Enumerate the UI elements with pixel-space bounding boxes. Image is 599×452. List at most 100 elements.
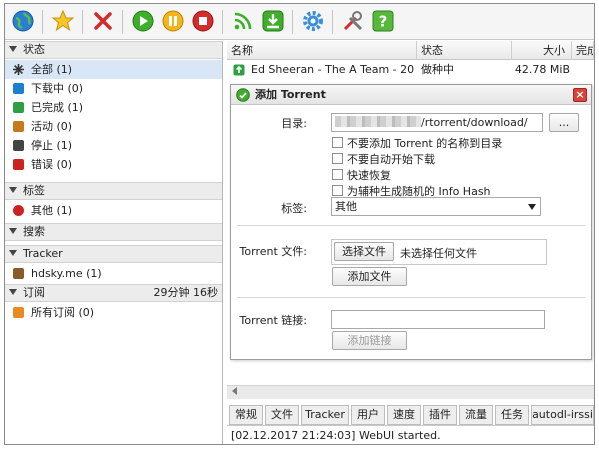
tab-files[interactable]: 文件 [265, 405, 299, 425]
filter-item-no-label[interactable]: 其他 (1) [5, 201, 222, 220]
stop-icon[interactable] [191, 9, 215, 33]
column-header-size[interactable]: 大小 [512, 41, 572, 60]
toolbar-separator [222, 10, 223, 34]
filter-item-label: 下载中 (0) [31, 82, 84, 95]
option-checkbox-no-name[interactable] [332, 137, 343, 148]
browse-button[interactable]: ... [549, 113, 579, 132]
tab-general[interactable]: 常规 [229, 405, 263, 425]
downloading-icon [13, 83, 24, 94]
tab-tasks[interactable]: 任务 [495, 405, 529, 425]
sidebar: 状态 全部 (1) 下载中 (0) 已完成 (1) 活动 (0) 停止 (1) … [5, 41, 223, 444]
filter-item-stopped[interactable]: 停止 (1) [5, 136, 222, 155]
section-header-status[interactable]: 状态 [5, 41, 222, 59]
toolbar-separator [122, 10, 123, 34]
pause-icon[interactable] [161, 9, 185, 33]
filter-item-active[interactable]: 活动 (0) [5, 117, 222, 136]
detail-tabs: 常规 文件 Tracker 用户 速度 插件 流量 任务 autodl-irss… [227, 405, 594, 425]
collapse-arrow-icon [9, 187, 17, 193]
stopped-icon [13, 140, 24, 151]
scroll-left-icon[interactable] [232, 387, 237, 395]
seeding-icon [233, 64, 245, 76]
start-icon[interactable] [131, 9, 155, 33]
tracker-icon [13, 268, 24, 279]
horizontal-scrollbar[interactable] [227, 385, 594, 399]
log-line: [02.12.2017 21:24:03] WebUI started. [227, 425, 594, 444]
label-field-label: 标签: [281, 202, 307, 215]
collapse-arrow-icon [9, 250, 17, 256]
tab-peers[interactable]: 用户 [351, 405, 385, 425]
add-url-button[interactable]: 添加链接 [332, 331, 407, 350]
add-file-button[interactable]: 添加文件 [332, 267, 407, 286]
obscured-path-block [335, 116, 421, 127]
error-icon [13, 159, 24, 170]
toolbar-separator [332, 10, 333, 34]
star-icon[interactable] [51, 9, 75, 33]
dir-label: 目录: [281, 117, 307, 130]
all-icon [12, 63, 25, 76]
label-select[interactable]: 其他 [331, 197, 541, 216]
torrent-list-header: 名称 状态 大小 完成 [227, 41, 594, 60]
filter-item-label: 活动 (0) [31, 120, 73, 133]
no-file-text: 未选择任何文件 [400, 247, 477, 260]
directory-value: /rtorrent/download/ [421, 116, 528, 129]
filter-item-completed[interactable]: 已完成 (1) [5, 98, 222, 117]
column-header-name[interactable]: 名称 [227, 41, 417, 60]
filter-item-tracker[interactable]: hdsky.me (1) [5, 264, 222, 283]
option-label: 不要自动开始下载 [347, 153, 435, 166]
tab-traffic[interactable]: 流量 [459, 405, 493, 425]
torrent-status: 做种中 [421, 63, 454, 76]
filter-item-label: 全部 (1) [31, 63, 73, 76]
globe-icon[interactable] [11, 9, 35, 33]
section-title: 搜索 [23, 225, 45, 238]
directory-input[interactable]: /rtorrent/download/ [331, 113, 543, 132]
close-icon[interactable]: × [573, 88, 587, 102]
toolbar-separator [42, 10, 43, 34]
filter-item-all[interactable]: 全部 (1) [5, 60, 222, 79]
rss-feed-icon [13, 307, 24, 318]
torrent-size: 42.78 MiB [514, 63, 570, 76]
chevron-down-icon [528, 204, 536, 210]
choose-file-button[interactable]: 选择文件 [334, 242, 394, 261]
column-header-done[interactable]: 完成 [572, 41, 594, 60]
collapse-arrow-icon [9, 228, 17, 234]
tab-speed[interactable]: 速度 [387, 405, 421, 425]
toolbar-separator [82, 10, 83, 34]
torrent-url-input[interactable] [331, 310, 545, 329]
filter-item-downloading[interactable]: 下载中 (0) [5, 79, 222, 98]
url-label: Torrent 链接: [239, 314, 307, 327]
section-header-labels[interactable]: 标签 [5, 182, 222, 200]
column-header-status[interactable]: 状态 [417, 41, 512, 60]
tab-autodl[interactable]: autodl-irssi [531, 405, 594, 425]
filter-item-label: 所有订阅 (0) [31, 306, 95, 319]
filter-item-label: hdsky.me (1) [31, 267, 102, 280]
toolbar: ? [5, 4, 594, 40]
section-header-tracker[interactable]: Tracker [5, 245, 222, 263]
table-row[interactable]: Ed Sheeran - The A Team - 20 做种中 42.78 M… [227, 61, 594, 79]
filter-item-all-feeds[interactable]: 所有订阅 (0) [5, 303, 222, 322]
filter-item-label: 其他 (1) [31, 204, 73, 217]
dialog-title-bar[interactable]: 添加 Torrent × [231, 85, 591, 105]
tab-plugins[interactable]: 插件 [423, 405, 457, 425]
option-checkbox-no-autostart[interactable] [332, 153, 343, 164]
settings-icon[interactable] [301, 9, 325, 33]
option-checkbox-fast-resume[interactable] [332, 169, 343, 180]
active-icon [13, 121, 24, 132]
option-checkbox-random-hash[interactable] [332, 185, 343, 196]
section-header-feeds[interactable]: 订阅 29分钟 16秒 [5, 284, 222, 302]
filter-item-error[interactable]: 错误 (0) [5, 155, 222, 174]
tools-icon[interactable] [341, 9, 365, 33]
tab-trackers[interactable]: Tracker [301, 405, 349, 425]
help-icon-label: ? [379, 13, 388, 31]
remove-icon[interactable] [91, 9, 115, 33]
section-header-search[interactable]: 搜索 [5, 223, 222, 241]
section-title: 状态 [23, 43, 45, 56]
divider [237, 297, 585, 298]
rss-icon[interactable] [231, 9, 255, 33]
section-title: 订阅 [23, 286, 45, 299]
rutorrent-window: ? 状态 全部 (1) 下载中 (0) 已完成 (1) 活动 (0) 停止 (1… [4, 3, 595, 445]
help-icon[interactable]: ? [371, 9, 395, 33]
download-icon[interactable] [261, 9, 285, 33]
no-label-icon [13, 205, 24, 216]
dialog-title: 添加 Torrent [255, 88, 326, 101]
add-torrent-dialog: 添加 Torrent × 目录: /rtorrent/download/ ...… [230, 84, 592, 360]
